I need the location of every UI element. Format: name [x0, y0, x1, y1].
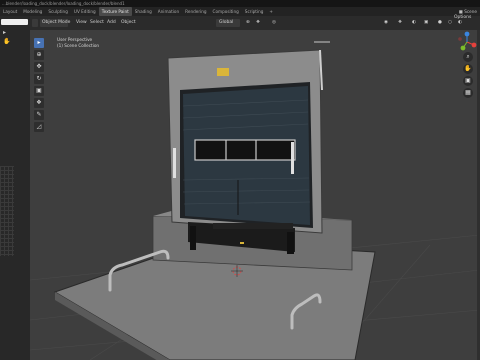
cursor-icon[interactable]: ▸ [3, 29, 6, 36]
workspace-tab[interactable]: Scripting [242, 7, 267, 16]
overlay-icon[interactable]: ◐ [412, 16, 416, 30]
annotate-tool-icon[interactable]: ✎ [34, 110, 44, 120]
shading-solid-icon[interactable]: ● [438, 16, 442, 30]
viewport-header: Object Mode View Select Add Object Globa… [30, 15, 480, 30]
hand-icon[interactable]: ✋ [3, 38, 10, 45]
editor-type-button[interactable] [32, 19, 38, 27]
transform-tool-icon[interactable]: ❖ [34, 98, 44, 108]
workspace-tabs: Layout Modeling Sculpting UV Editing Texture… [0, 7, 480, 16]
workspace-tab[interactable]: Shading [132, 7, 155, 16]
perspective-icon[interactable]: ▦ [463, 88, 473, 98]
workspace-tab[interactable]: Sculpting [45, 7, 71, 16]
navigation-controls: ⌕ ✋ ▣ ▦ [460, 50, 476, 100]
options-label[interactable]: Options [454, 11, 471, 25]
menu-select[interactable]: Select [90, 16, 104, 30]
snap-icon[interactable]: ❖ [256, 16, 260, 30]
left-panel: ▸ ✋ [0, 16, 30, 360]
scene-render [30, 41, 480, 360]
viewport-info: User Perspective (1) Scene Collection [57, 37, 99, 49]
title-bar: ...blender/loading_dock/blender/loading_… [0, 0, 480, 7]
zoom-icon[interactable]: ⌕ [463, 52, 473, 62]
xray-icon[interactable]: ▣ [424, 16, 428, 30]
select-box-tool-icon[interactable]: ▸ [34, 38, 44, 48]
camera-icon[interactable]: ▣ [463, 76, 473, 86]
pan-icon[interactable]: ✋ [463, 64, 473, 74]
gizmo-x-axis[interactable] [471, 42, 477, 48]
pivot-icon[interactable]: ⊛ [246, 16, 250, 30]
warning-label [217, 68, 229, 76]
door-window-strip [194, 139, 296, 161]
visibility-icon[interactable]: ◉ [384, 16, 388, 30]
proportional-icon[interactable]: ◎ [272, 16, 276, 30]
workspace-tab[interactable]: Compositing [210, 7, 242, 16]
shading-material-icon[interactable]: ○ [448, 16, 452, 30]
collection-label: (1) Scene Collection [57, 43, 100, 48]
gizmo-z-axis[interactable] [464, 31, 470, 37]
left-panel-field[interactable] [1, 19, 28, 25]
rotate-tool-icon[interactable]: ↻ [34, 74, 44, 84]
measure-tool-icon[interactable]: ◿ [34, 122, 44, 132]
3d-viewport[interactable]: User Perspective (1) Scene Collection ▸ ⊕… [30, 30, 480, 360]
roll-up-door [173, 86, 311, 225]
workspace-tab[interactable]: Modeling [20, 7, 45, 16]
workspace-tab[interactable]: Texture Paint [98, 7, 132, 16]
menu-add[interactable]: Add [107, 16, 116, 30]
workspace-tab[interactable]: Layout [0, 7, 20, 16]
mode-label: Object Mode [42, 20, 71, 25]
move-tool-icon[interactable]: ✥ [34, 62, 44, 72]
tool-shelf: ▸ ⊕ ✥ ↻ ▣ ❖ ✎ ◿ [34, 38, 44, 134]
window-title: ...blender/loading_dock/blender/loading_… [2, 1, 125, 6]
cursor-tool-icon[interactable]: ⊕ [34, 50, 44, 60]
workspace-tab[interactable]: Animation [155, 7, 182, 16]
gizmo-toggle-icon[interactable]: ❖ [398, 16, 402, 30]
scale-tool-icon[interactable]: ▣ [34, 86, 44, 96]
transform-orientation-label: Global [219, 20, 234, 25]
menu-object[interactable]: Object [121, 16, 136, 30]
workspace-tab[interactable]: UV Editing [71, 7, 99, 16]
panel-grid [0, 166, 14, 256]
workspace-tab[interactable]: + [266, 7, 276, 16]
workspace-tab[interactable]: Rendering [182, 7, 209, 16]
menu-view[interactable]: View [76, 16, 87, 30]
